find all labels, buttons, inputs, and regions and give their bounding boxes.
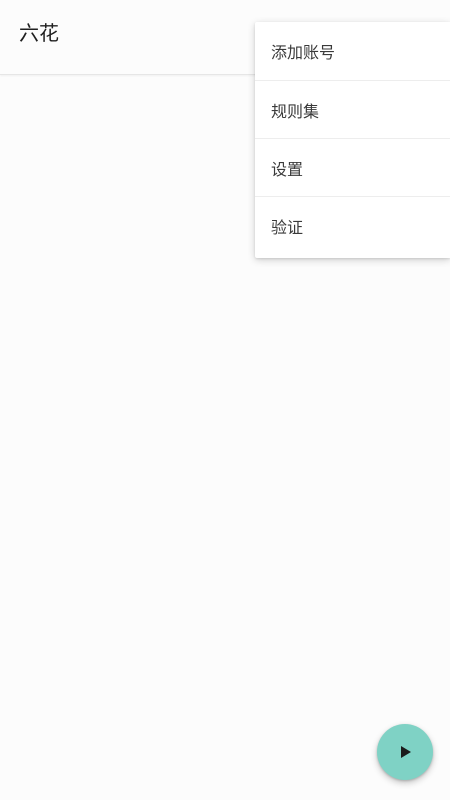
menu-item-settings[interactable]: 设置 xyxy=(255,138,450,196)
play-fab-button[interactable] xyxy=(377,724,433,780)
play-icon xyxy=(401,746,411,758)
menu-item-add-account[interactable]: 添加账号 xyxy=(255,22,450,80)
menu-item-rule-sets[interactable]: 规则集 xyxy=(255,80,450,138)
app-title: 六花 xyxy=(19,21,59,45)
menu-item-verify[interactable]: 验证 xyxy=(255,196,450,254)
app-screen: 六花 添加账号 规则集 设置 验证 xyxy=(0,0,450,800)
overflow-menu: 添加账号 规则集 设置 验证 xyxy=(255,22,450,258)
